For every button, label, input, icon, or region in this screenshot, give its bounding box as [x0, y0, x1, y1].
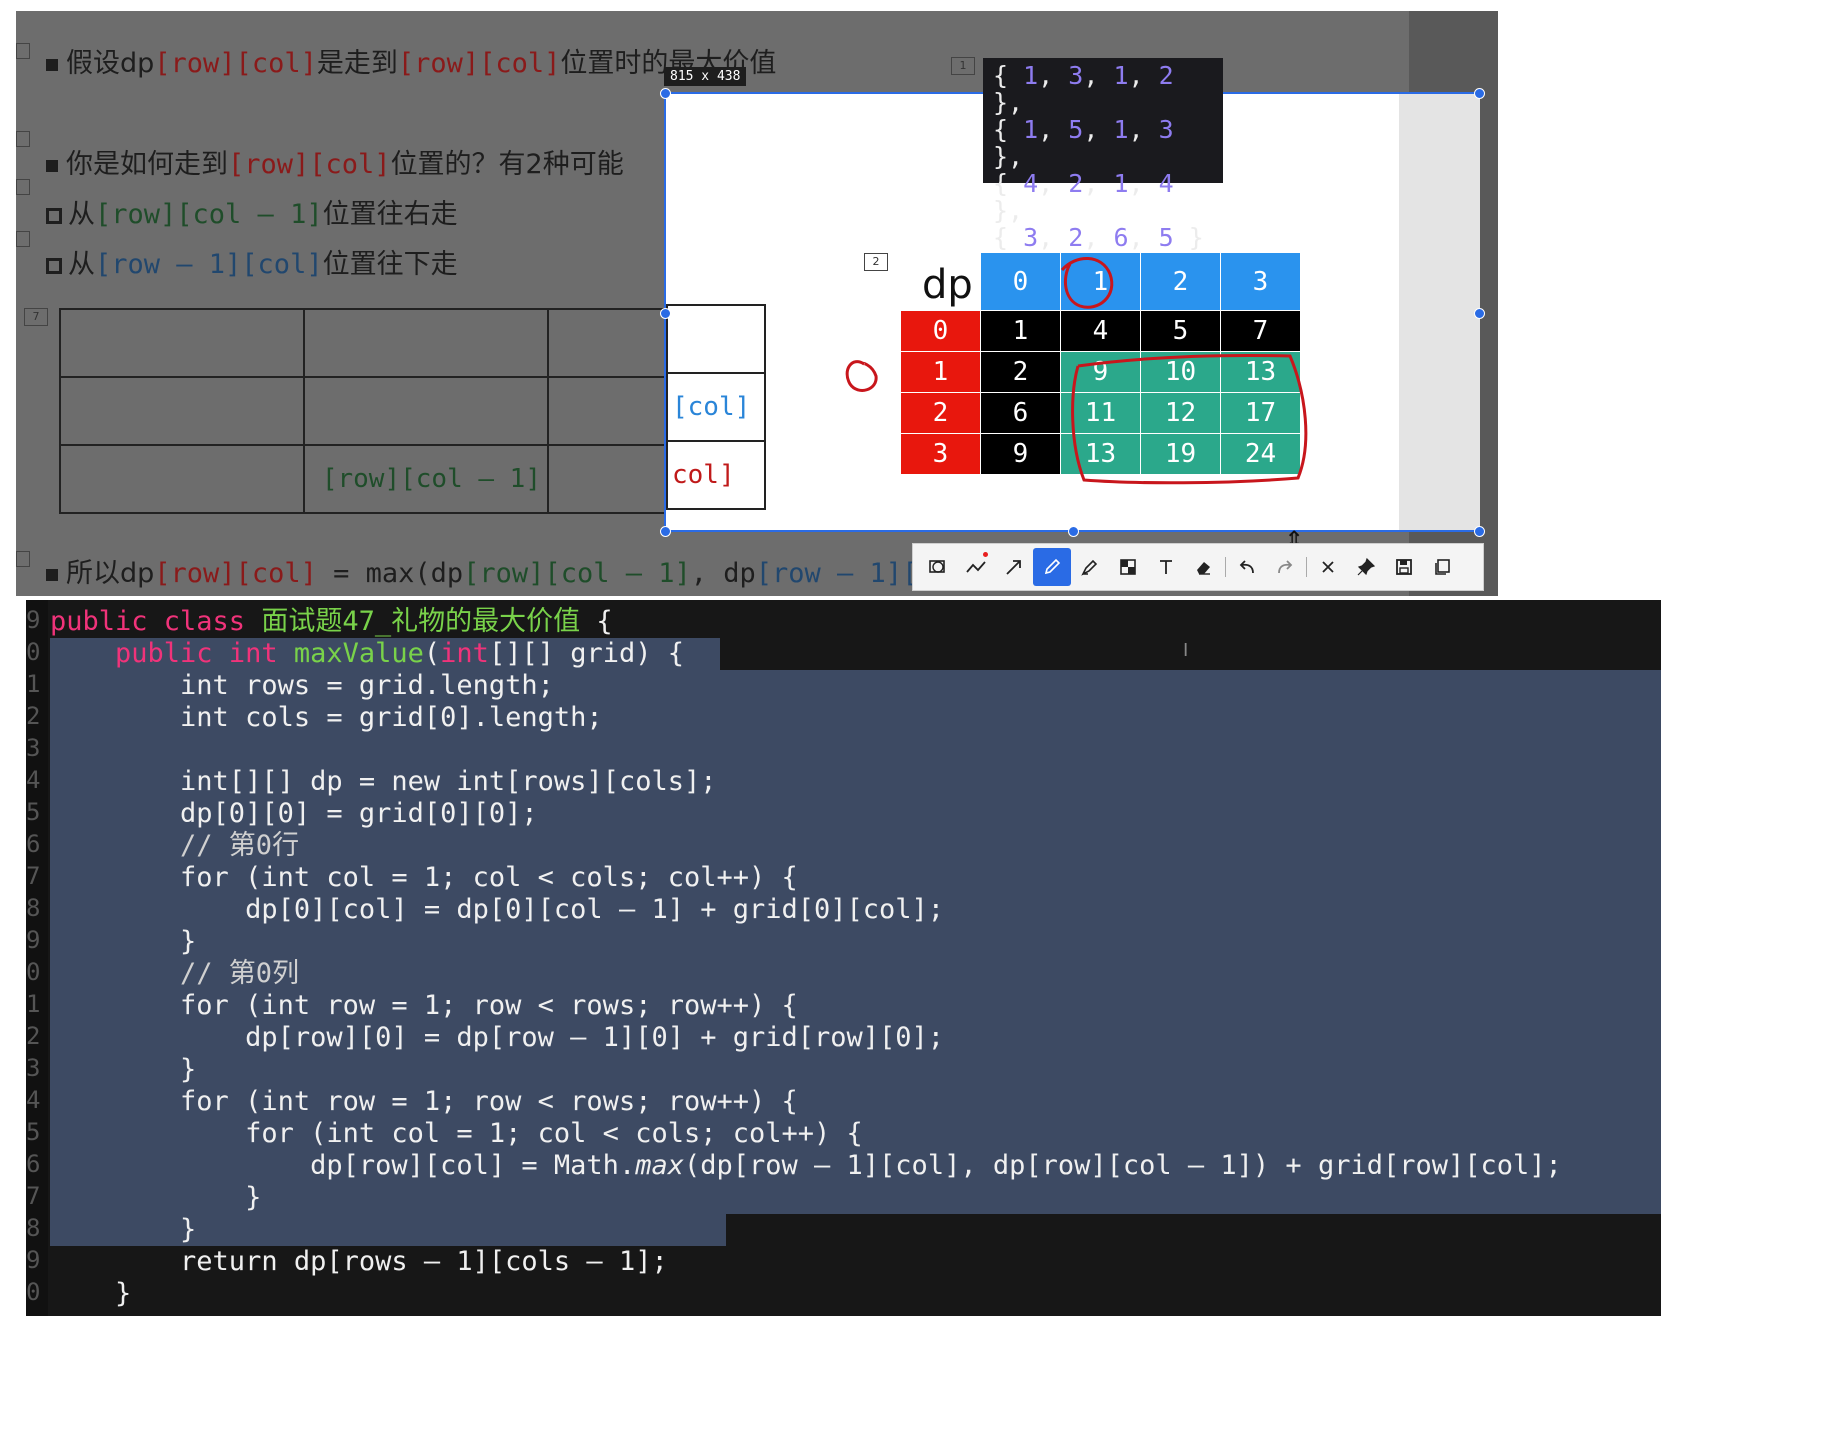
- grid-row: { 3, 2, 6, 5 }: [993, 223, 1204, 252]
- text-cursor-icon: I: [1183, 640, 1189, 661]
- resize-handle-left[interactable]: [660, 308, 671, 319]
- line-number: 9: [26, 1246, 41, 1274]
- grid-row: { 1, 5, 1, 3 },: [993, 115, 1174, 171]
- line-number: 9: [26, 926, 41, 954]
- resize-handle-top-right[interactable]: [1474, 88, 1485, 99]
- grid-row: { 4, 2, 1, 4 },: [993, 169, 1174, 225]
- code-line: dp[0][col] = dp[0][col – 1] + grid[0][co…: [50, 894, 945, 925]
- resize-handle-bottom-right[interactable]: [1474, 526, 1485, 537]
- copy-icon[interactable]: [1423, 548, 1461, 586]
- bullet-hollow-square-icon: [46, 257, 62, 274]
- grid-row: { 1, 3, 1, 2 },: [993, 61, 1174, 117]
- annotation-circle-row1: [845, 360, 878, 392]
- code-line: }: [50, 1054, 197, 1085]
- line-number: 7: [26, 1182, 41, 1210]
- line-number: 4: [26, 1086, 41, 1114]
- line-number: 2: [26, 702, 41, 730]
- line-number: 3: [26, 734, 41, 762]
- code-line: int[][] dp = new int[rows][cols];: [50, 766, 717, 797]
- eraser-icon[interactable]: [1185, 548, 1223, 586]
- slide-line-formula: 所以dp[row][col] = max(dp[row][col – 1], d…: [46, 551, 918, 590]
- rectangle-icon[interactable]: [919, 548, 957, 586]
- code-line-comment: // 第0行: [50, 830, 300, 861]
- code-line: for (int row = 1; row < rows; row++) {: [50, 990, 798, 1021]
- code-line: }: [50, 1182, 262, 1213]
- slide-line-from-top: 从[row – 1][col]位置往下走: [46, 242, 458, 281]
- gutter-marker: [16, 179, 30, 195]
- resize-handle-top-left[interactable]: [660, 88, 671, 99]
- slide-line-question: 你是如何走到[row][col]位置的？有2种可能: [46, 142, 624, 181]
- line-number: 2: [26, 1022, 41, 1050]
- bullet-square-icon: [46, 568, 58, 581]
- code-line: dp[0][0] = grid[0][0];: [50, 798, 538, 829]
- redo-icon[interactable]: [1266, 548, 1304, 586]
- line-number: 8: [26, 894, 41, 922]
- code-line: for (int row = 1; row < rows; row++) {: [50, 1086, 798, 1117]
- line-number: 6: [26, 830, 41, 858]
- freehand-line-icon[interactable]: [957, 548, 995, 586]
- grid-number-badge: 1: [951, 57, 975, 75]
- line-number: 5: [26, 798, 41, 826]
- close-icon[interactable]: [1309, 548, 1347, 586]
- code-line: for (int col = 1; col < cols; col++) {: [50, 862, 798, 893]
- table-cell-left: [row][col – 1]: [303, 444, 549, 514]
- slide-line-from-left: 从[row][col – 1]位置往右走: [46, 192, 458, 231]
- code-line-method: public int maxValue(int[][] grid) {: [115, 638, 685, 669]
- bullet-square-icon: [46, 159, 58, 172]
- line-number: 7: [26, 862, 41, 890]
- mosaic-icon[interactable]: [1109, 548, 1147, 586]
- annotation-region-inner: [1071, 354, 1308, 485]
- selection-size-label: 815 x 438: [664, 67, 747, 86]
- bullet-hollow-square-icon: [46, 207, 62, 224]
- resize-handle-bottom[interactable]: [1068, 526, 1079, 537]
- code-line-close: }: [50, 1278, 132, 1309]
- code-line-return: return dp[rows – 1][cols – 1];: [50, 1246, 668, 1277]
- undo-icon[interactable]: [1228, 548, 1266, 586]
- code-editor[interactable]: 9 0 1 2 3 4 5 6 7 8 9 0 1 2 3 4 5 6 7 8 …: [26, 600, 1661, 1316]
- resize-handle-right[interactable]: [1474, 308, 1485, 319]
- code-line: }: [50, 926, 197, 957]
- red-dot-indicator: [983, 552, 988, 557]
- save-icon[interactable]: [1385, 548, 1423, 586]
- annotation-circle-col1: [1060, 257, 1114, 309]
- toolbar-separator: [1225, 557, 1226, 577]
- bullet-square-icon: [46, 58, 58, 71]
- code-line: int rows = grid.length;: [50, 670, 554, 701]
- resize-handle-bottom-left[interactable]: [660, 526, 671, 537]
- line-number: 4: [26, 766, 41, 794]
- line-number: 1: [26, 670, 41, 698]
- slide-table-number: 7: [24, 308, 48, 326]
- gutter-marker: [16, 43, 30, 59]
- pin-icon[interactable]: [1347, 548, 1385, 586]
- gutter-marker: [16, 131, 30, 147]
- code-line: dp[row][0] = dp[row – 1][0] + grid[row][…: [50, 1022, 945, 1053]
- line-number: 0: [26, 638, 41, 666]
- code-line: }: [50, 1214, 197, 1245]
- arrow-icon[interactable]: [995, 548, 1033, 586]
- code-line: for (int col = 1; col < cols; col++) {: [50, 1118, 863, 1149]
- toolbar-separator: [1306, 557, 1307, 577]
- pen-icon[interactable]: [1033, 548, 1071, 586]
- gutter-marker: [16, 551, 30, 567]
- line-number: 0: [26, 1278, 41, 1306]
- line-number: 8: [26, 1214, 41, 1242]
- code-line-comment: // 第0列: [50, 958, 300, 989]
- line-number: 3: [26, 1054, 41, 1082]
- marker-icon[interactable]: [1071, 548, 1109, 586]
- line-number: 1: [26, 990, 41, 1018]
- text-icon[interactable]: [1147, 548, 1185, 586]
- grid-matrix-box: { 1, 3, 1, 2 }, { 1, 5, 1, 3 }, { 4, 2, …: [983, 58, 1223, 251]
- code-line-max: dp[row][col] = Math.max(dp[row – 1][col]…: [50, 1150, 1562, 1181]
- code-line-class: public class 面试题47_礼物的最大价值 {: [50, 606, 613, 637]
- line-number: 9: [26, 606, 41, 634]
- line-number: 5: [26, 1118, 41, 1146]
- gutter-marker: [16, 231, 30, 247]
- annotation-toolbar: [912, 543, 1484, 591]
- code-line: int cols = grid[0].length;: [50, 702, 603, 733]
- line-number: 0: [26, 958, 41, 986]
- line-number: 6: [26, 1150, 41, 1178]
